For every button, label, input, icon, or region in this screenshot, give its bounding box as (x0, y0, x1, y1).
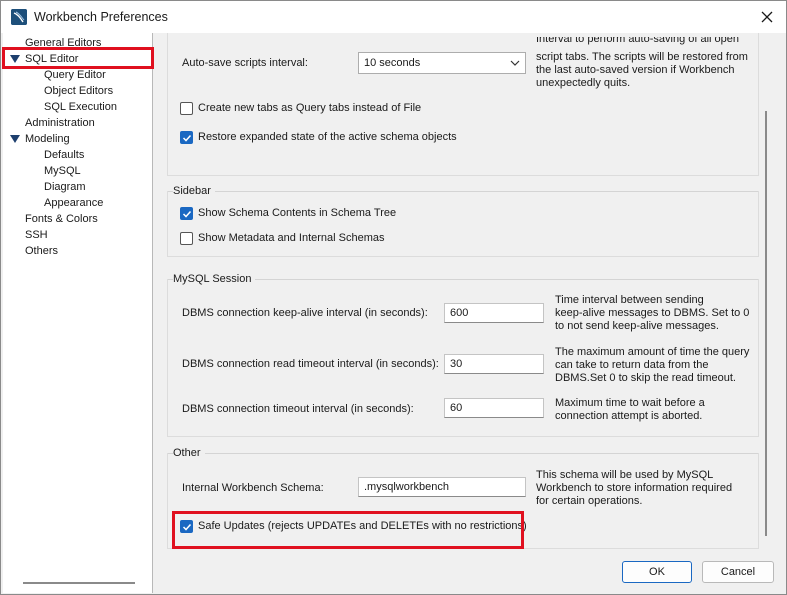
schema-contents-label: Show Schema Contents in Schema Tree (198, 207, 397, 219)
preferences-window: Workbench Preferences General Editors SQ… (0, 0, 787, 595)
tree-item-label: Query Editor (44, 69, 106, 81)
expand-arrow-icon[interactable] (10, 134, 20, 144)
chevron-down-icon (510, 60, 520, 66)
keepalive-desc-line3: to not send keep-alive messages. (555, 320, 719, 332)
tree-item-label: Appearance (44, 197, 104, 209)
schema-desc-line1: This schema will be used by MySQL (536, 469, 714, 481)
tree-item-others[interactable]: Others (25, 243, 58, 259)
read-timeout-desc-line2: can take to return data from the (555, 359, 709, 371)
metadata-checkbox[interactable] (180, 232, 193, 245)
preferences-tree: General Editors SQL Editor Query Editor … (3, 33, 153, 593)
tree-item-label: MySQL (44, 165, 81, 177)
tree-item-mysql[interactable]: MySQL (44, 163, 81, 179)
ok-button[interactable]: OK (622, 561, 692, 583)
safe-updates-checkbox[interactable] (180, 520, 193, 533)
conn-timeout-description: Maximum time to wait before a connection… (555, 397, 765, 423)
tree-item-object-editors[interactable]: Object Editors (44, 83, 113, 99)
tree-item-fonts-colors[interactable]: Fonts & Colors (25, 211, 98, 227)
tree-item-label: Fonts & Colors (25, 213, 98, 225)
keepalive-value: 600 (450, 307, 469, 319)
tree-item-label: Diagram (44, 181, 86, 193)
keepalive-label: DBMS connection keep-alive interval (in … (182, 307, 428, 319)
read-timeout-input[interactable]: 30 (444, 354, 544, 374)
tree-item-administration[interactable]: Administration (25, 115, 95, 131)
tree-item-sql-execution[interactable]: SQL Execution (44, 99, 117, 115)
conn-timeout-desc-line1: Maximum time to wait before a (555, 397, 705, 409)
autosave-label: Auto-save scripts interval: (182, 57, 308, 69)
safe-updates-label: Safe Updates (rejects UPDATEs and DELETE… (198, 520, 527, 532)
conn-timeout-value: 60 (450, 402, 463, 414)
read-timeout-desc-line3: DBMS.Set 0 to skip the read timeout. (555, 372, 736, 384)
mysql-workbench-icon (11, 9, 27, 25)
tree-item-diagram[interactable]: Diagram (44, 179, 86, 195)
tree-item-label: SQL Editor (25, 53, 79, 65)
internal-schema-value: .mysqlworkbench (364, 481, 449, 493)
tree-item-general-editors[interactable]: General Editors (25, 35, 101, 51)
keepalive-desc-line1: Time interval between sending (555, 294, 704, 306)
sidebar-group-frame (167, 191, 759, 257)
autosave-value: 10 seconds (364, 57, 421, 69)
keepalive-input[interactable]: 600 (444, 303, 544, 323)
expand-arrow-icon[interactable] (10, 54, 20, 64)
conn-timeout-label: DBMS connection timeout interval (in sec… (182, 403, 414, 415)
tree-item-defaults[interactable]: Defaults (44, 147, 84, 163)
autosave-interval-select[interactable]: 10 seconds (358, 52, 526, 74)
restore-state-label: Restore expanded state of the active sch… (198, 131, 457, 143)
tree-item-label: Administration (25, 117, 95, 129)
tree-item-ssh[interactable]: SSH (25, 227, 48, 243)
keepalive-description: Time interval between sending keep-alive… (555, 294, 765, 333)
new-tabs-label: Create new tabs as Query tabs instead of… (198, 102, 422, 114)
tree-item-modeling[interactable]: Modeling (25, 131, 70, 147)
close-icon (761, 11, 773, 23)
tree-item-label: Object Editors (44, 85, 114, 97)
tree-item-label: Modeling (25, 133, 70, 145)
checkmark-icon (182, 523, 192, 531)
autosave-desc-line3: unexpectedly quits. (536, 77, 631, 89)
conn-timeout-desc-line2: connection attempt is aborted. (555, 410, 703, 422)
schema-contents-checkbox[interactable] (180, 207, 193, 220)
ok-button-label: OK (649, 566, 665, 578)
tree-item-appearance[interactable]: Appearance (44, 195, 103, 211)
conn-timeout-input[interactable]: 60 (444, 398, 544, 418)
tree-item-query-editor[interactable]: Query Editor (44, 67, 106, 83)
schema-desc-line3: for certain operations. (536, 495, 643, 507)
internal-schema-description: This schema will be used by MySQL Workbe… (536, 469, 761, 508)
autosave-desc-line2: the last auto-saved version if Workbench (536, 64, 735, 76)
checkmark-icon (182, 134, 192, 142)
read-timeout-desc-line1: The maximum amount of time the query (555, 346, 750, 358)
metadata-label: Show Metadata and Internal Schemas (198, 232, 385, 244)
new-tabs-checkbox[interactable] (180, 102, 193, 115)
schema-desc-line2: Workbench to store information required (536, 482, 733, 494)
autosave-description-top: Interval to perform auto-saving of all o… (536, 37, 761, 51)
horizontal-scrollbar[interactable] (23, 582, 135, 584)
close-button[interactable] (756, 7, 778, 27)
checkmark-icon (182, 210, 192, 218)
tree-item-label: Others (25, 245, 59, 257)
title-bar: Workbench Preferences (1, 1, 786, 33)
autosave-desc-line1: script tabs. The scripts will be restore… (536, 51, 748, 63)
read-timeout-label: DBMS connection read timeout interval (i… (182, 358, 439, 370)
read-timeout-description: The maximum amount of time the query can… (555, 346, 765, 385)
internal-schema-label: Internal Workbench Schema: (182, 482, 324, 494)
cancel-button-label: Cancel (720, 566, 756, 578)
autosave-description: script tabs. The scripts will be restore… (536, 51, 761, 90)
tree-item-label: SQL Execution (44, 101, 117, 113)
tree-item-label: SSH (25, 229, 48, 241)
autosave-desc-line0: Interval to perform auto-saving of all o… (536, 37, 740, 45)
cancel-button[interactable]: Cancel (702, 561, 774, 583)
restore-state-checkbox[interactable] (180, 131, 193, 144)
window-title: Workbench Preferences (34, 10, 168, 24)
tree-item-label: Defaults (44, 149, 85, 161)
vertical-scrollbar[interactable] (765, 111, 767, 536)
tree-item-label: General Editors (25, 37, 102, 49)
read-timeout-value: 30 (450, 358, 463, 370)
keepalive-desc-line2: keep-alive messages to DBMS. Set to 0 (555, 307, 750, 319)
internal-schema-input[interactable]: .mysqlworkbench (358, 477, 526, 497)
tree-item-sql-editor[interactable]: SQL Editor (25, 51, 78, 67)
